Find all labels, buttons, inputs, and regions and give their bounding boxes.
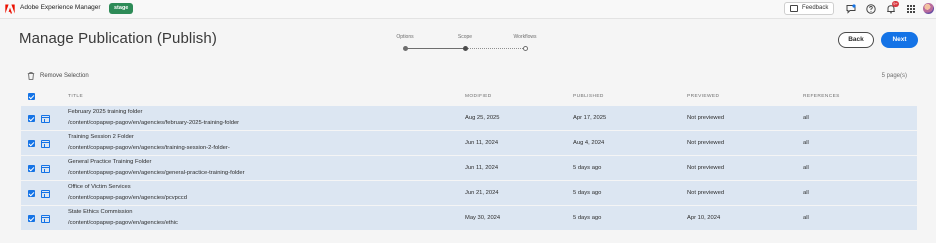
shell-bar: Adobe Experience Manager stage Feedback …	[0, 0, 936, 19]
row-title: February 2025 training folder	[68, 109, 143, 115]
row-checkbox[interactable]	[28, 115, 35, 122]
page-icon	[41, 214, 50, 223]
table-row[interactable]: February 2025 training folder /content/c…	[21, 106, 917, 131]
app-title[interactable]: Adobe Experience Manager	[20, 4, 101, 11]
row-path: /content/copapwp-pagov/en/agencies/gener…	[68, 170, 245, 176]
step-scope-dot	[462, 46, 468, 51]
row-references[interactable]: all	[803, 215, 809, 221]
wizard-steps: Options Scope Workflows	[380, 34, 550, 54]
adobe-logo-icon[interactable]	[5, 4, 15, 14]
trash-icon	[27, 72, 35, 80]
table-row[interactable]: State Ethics Commission /content/copapwp…	[21, 206, 917, 231]
row-previewed: Not previewed	[687, 140, 725, 146]
row-references[interactable]: all	[803, 140, 809, 146]
next-button[interactable]: Next	[881, 32, 918, 48]
row-path: /content/copapwp-pagov/en/agencies/train…	[68, 145, 230, 151]
column-header-previewed[interactable]: PREVIEWED	[687, 94, 719, 99]
row-previewed: Not previewed	[687, 190, 725, 196]
back-button[interactable]: Back	[838, 32, 874, 48]
help-icon[interactable]	[866, 4, 876, 14]
feedback-label: Feedback	[802, 5, 829, 11]
chat-icon[interactable]	[846, 4, 856, 14]
page-icon	[41, 164, 50, 173]
column-header-modified[interactable]: MODIFIED	[465, 94, 492, 99]
page-title: Manage Publication (Publish)	[19, 30, 217, 47]
row-modified: Aug 25, 2025	[465, 115, 500, 121]
row-published: 5 days ago	[573, 215, 602, 221]
row-checkbox[interactable]	[28, 140, 35, 147]
row-checkbox[interactable]	[28, 165, 35, 172]
row-title: Office of Victim Services	[68, 184, 131, 190]
step-scope-label: Scope	[457, 34, 473, 40]
page-icon	[41, 114, 50, 123]
row-references[interactable]: all	[803, 190, 809, 196]
step-workflows-label: Workflows	[513, 34, 537, 40]
select-all-checkbox[interactable]	[28, 93, 35, 100]
row-published: Aug 4, 2024	[573, 140, 605, 146]
table-header: TITLE MODIFIED PUBLISHED PREVIEWED REFER…	[21, 90, 917, 106]
apps-grid-icon[interactable]	[906, 4, 916, 14]
table-row[interactable]: General Practice Training Folder /conten…	[21, 156, 917, 181]
remove-selection-button[interactable]: Remove Selection	[27, 71, 89, 81]
row-title: State Ethics Commission	[68, 209, 133, 215]
row-modified: May 30, 2024	[465, 215, 501, 221]
page-icon	[41, 139, 50, 148]
step-options-label: Options	[396, 34, 414, 40]
step-track-upcoming	[465, 48, 525, 49]
row-previewed: Apr 10, 2024	[687, 215, 721, 221]
row-title: Training Session 2 Folder	[68, 134, 134, 140]
row-published: 5 days ago	[573, 165, 602, 171]
row-checkbox[interactable]	[28, 190, 35, 197]
table-row[interactable]: Office of Victim Services /content/copap…	[21, 181, 917, 206]
row-path: /content/copapwp-pagov/en/agencies/ethic	[68, 220, 178, 226]
row-previewed: Not previewed	[687, 165, 725, 171]
row-path: /content/copapwp-pagov/en/agencies/pcvpc…	[68, 195, 187, 201]
table-row[interactable]: Training Session 2 Folder /content/copap…	[21, 131, 917, 156]
notification-badge: 9+	[892, 1, 899, 7]
column-header-references[interactable]: REFERENCES	[803, 94, 840, 99]
feedback-icon	[790, 5, 798, 12]
user-avatar[interactable]	[923, 3, 934, 14]
row-modified: Jun 21, 2024	[465, 190, 499, 196]
feedback-button[interactable]: Feedback	[784, 2, 834, 15]
column-header-title[interactable]: TITLE	[68, 94, 83, 99]
step-track-completed	[405, 48, 465, 49]
row-references[interactable]: all	[803, 115, 809, 121]
row-references[interactable]: all	[803, 165, 809, 171]
row-path: /content/copapwp-pagov/en/agencies/febru…	[68, 120, 240, 126]
step-workflows-dot	[522, 46, 528, 51]
row-title: General Practice Training Folder	[68, 159, 152, 165]
column-header-published[interactable]: PUBLISHED	[573, 94, 604, 99]
row-published: 5 days ago	[573, 190, 602, 196]
row-published: Apr 17, 2025	[573, 115, 607, 121]
row-modified: Jun 11, 2024	[465, 165, 499, 171]
remove-selection-label: Remove Selection	[40, 73, 89, 79]
page-icon	[41, 189, 50, 198]
row-modified: Jun 11, 2024	[465, 140, 499, 146]
environment-badge: stage	[109, 3, 134, 14]
row-checkbox[interactable]	[28, 215, 35, 222]
publication-table: TITLE MODIFIED PUBLISHED PREVIEWED REFER…	[21, 90, 917, 231]
step-options-dot	[402, 46, 408, 51]
page-count: 5 page(s)	[881, 73, 907, 79]
row-previewed: Not previewed	[687, 115, 725, 121]
